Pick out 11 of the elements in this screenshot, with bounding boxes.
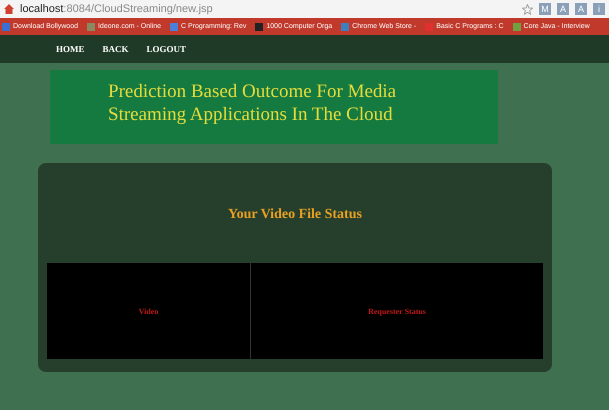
star-icon[interactable] (522, 4, 533, 14)
address-field[interactable]: localhost:8084/CloudStreaming/new.jsp (20, 3, 516, 15)
home-icon[interactable] (4, 4, 14, 14)
column-header: Requester Status (250, 263, 543, 359)
nav-link[interactable]: LOGOUT (146, 44, 186, 54)
nav-link[interactable]: BACK (102, 44, 129, 54)
page-title: Prediction Based Outcome For Media (108, 80, 398, 103)
column-header: Video (138, 306, 160, 318)
page-title: Streaming Applications In The Cloud (108, 103, 394, 126)
nav-link[interactable]: HOME (56, 44, 84, 54)
panel-title: Your Video File Status (228, 207, 362, 223)
